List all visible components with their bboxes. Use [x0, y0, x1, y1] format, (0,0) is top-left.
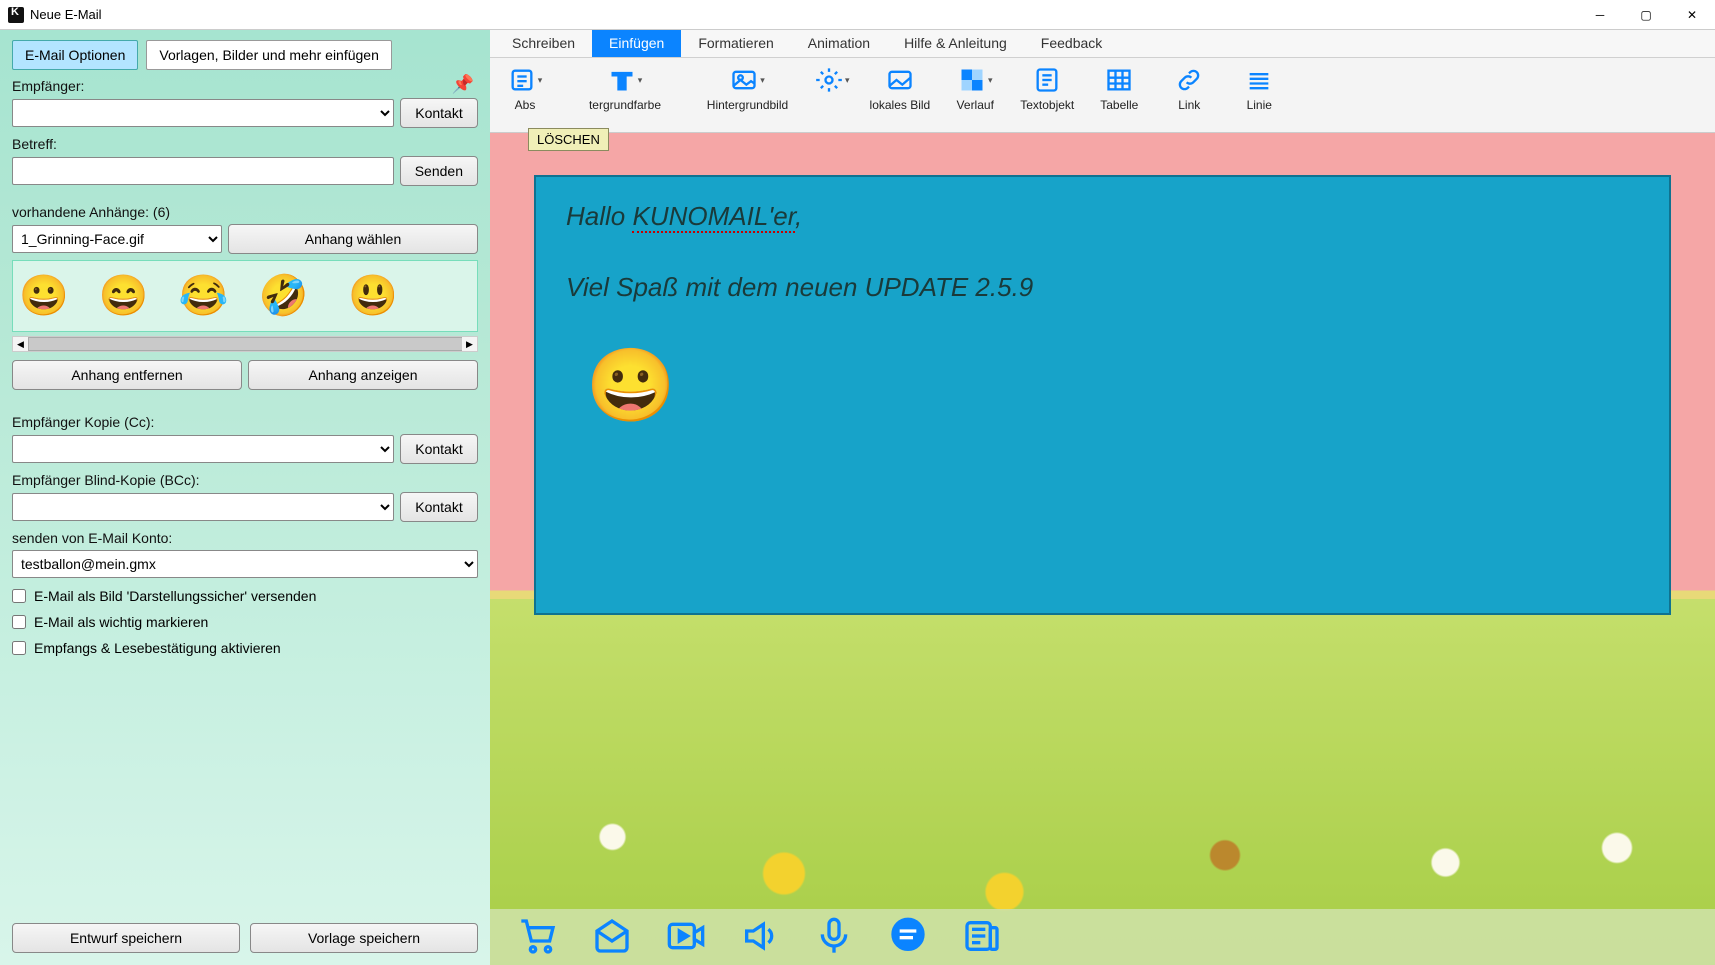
- main-area: Schreiben Einfügen Formatieren Animation…: [490, 30, 1715, 965]
- emoji-laughcry-icon[interactable]: 😂: [179, 276, 229, 316]
- ribbon-tabs: Schreiben Einfügen Formatieren Animation…: [490, 30, 1715, 58]
- rb-bgimage-label: Hintergrundbild: [707, 98, 788, 112]
- editor-line-2: Viel Spaß mit dem neuen UPDATE 2.5.9: [566, 272, 1639, 303]
- rb-link-label: Link: [1178, 98, 1200, 112]
- tab-email-options[interactable]: E-Mail Optionen: [12, 40, 138, 70]
- chk-important-label: E-Mail als wichtig markieren: [34, 614, 208, 630]
- attachment-preview-panel: 😀 😄 😂 🤣 😃: [12, 260, 478, 332]
- chk-receipt-label: Empfangs & Lesebestätigung aktivieren: [34, 640, 281, 656]
- chk-image[interactable]: [12, 589, 26, 603]
- rb-bgimage[interactable]: ▾ Hintergrundbild: [700, 66, 795, 112]
- maximize-button[interactable]: ▢: [1623, 0, 1669, 30]
- editor-canvas: Hallo KUNOMAIL'er, Viel Spaß mit dem neu…: [490, 133, 1715, 965]
- rb-line-label: Linie: [1247, 98, 1272, 112]
- rtab-hilfe[interactable]: Hilfe & Anleitung: [887, 30, 1024, 57]
- bcc-label: Empfänger Blind-Kopie (BCc):: [12, 472, 478, 488]
- speaker-icon[interactable]: [740, 916, 780, 959]
- video-icon[interactable]: [666, 916, 706, 959]
- ribbon-toolbar: ▾ Abs ▾ tergrundfarbe ▾ Hintergrundbild …: [490, 58, 1715, 133]
- recipient-input[interactable]: [12, 99, 394, 127]
- remove-attachment-button[interactable]: Anhang entfernen: [12, 360, 242, 390]
- tooltip-loeschen: LÖSCHEN: [528, 128, 609, 151]
- attachments-label: vorhandene Anhänge: (6): [12, 204, 478, 220]
- rb-bgcolor[interactable]: ▾ tergrundfarbe: [570, 66, 680, 112]
- save-draft-button[interactable]: Entwurf speichern: [12, 923, 240, 953]
- rtab-einfuegen[interactable]: Einfügen: [592, 30, 681, 57]
- titlebar: Neue E-Mail ─ ▢ ✕: [0, 0, 1715, 30]
- chk-image-label: E-Mail als Bild 'Darstellungssicher' ver…: [34, 588, 316, 604]
- cc-contact-button[interactable]: Kontakt: [400, 434, 478, 464]
- chk-important[interactable]: [12, 615, 26, 629]
- recipient-contact-button[interactable]: Kontakt: [400, 98, 478, 128]
- scroll-thumb[interactable]: [28, 337, 468, 351]
- rb-paragraph[interactable]: ▾ Abs: [500, 66, 550, 112]
- rb-gradient-label: Verlauf: [957, 98, 994, 112]
- pin-icon[interactable]: 📌: [452, 74, 474, 95]
- editor-emoji-grinning-icon: 😀: [586, 343, 1639, 428]
- rb-localimage[interactable]: lokales Bild: [870, 66, 931, 112]
- save-template-button[interactable]: Vorlage speichern: [250, 923, 478, 953]
- bottom-toolbar: [490, 909, 1715, 965]
- rb-bgcolor-label: tergrundfarbe: [589, 98, 661, 112]
- attachment-select[interactable]: 1_Grinning-Face.gif: [12, 225, 222, 253]
- microphone-icon[interactable]: [814, 916, 854, 959]
- email-body-editor[interactable]: Hallo KUNOMAIL'er, Viel Spaß mit dem neu…: [534, 175, 1671, 615]
- emoji-rofl-icon[interactable]: 🤣: [258, 276, 308, 316]
- emoji-grin-icon[interactable]: 😄: [99, 276, 149, 316]
- rb-line[interactable]: Linie: [1234, 66, 1284, 112]
- rtab-formatieren[interactable]: Formatieren: [681, 30, 790, 57]
- subject-label: Betreff:: [12, 136, 478, 152]
- bcc-contact-button[interactable]: Kontakt: [400, 492, 478, 522]
- rb-textobject[interactable]: Textobjekt: [1020, 66, 1074, 112]
- chk-receipt[interactable]: [12, 641, 26, 655]
- cart-icon[interactable]: [518, 916, 558, 959]
- close-button[interactable]: ✕: [1669, 0, 1715, 30]
- editor-line-1: Hallo KUNOMAIL'er,: [566, 201, 1639, 232]
- cc-label: Empfänger Kopie (Cc):: [12, 414, 478, 430]
- chat-icon[interactable]: [888, 916, 928, 959]
- choose-attachment-button[interactable]: Anhang wählen: [228, 224, 478, 254]
- attachment-scrollbar[interactable]: ◀ ▶: [12, 336, 478, 352]
- rb-table[interactable]: Tabelle: [1094, 66, 1144, 112]
- mail-open-icon[interactable]: [592, 916, 632, 959]
- emoji-partial-icon[interactable]: 😃: [348, 276, 398, 316]
- from-label: senden von E-Mail Konto:: [12, 530, 478, 546]
- recipient-label: Empfänger:: [12, 78, 478, 94]
- emoji-grinning-icon[interactable]: 😀: [19, 276, 69, 316]
- show-attachment-button[interactable]: Anhang anzeigen: [248, 360, 478, 390]
- send-button[interactable]: Senden: [400, 156, 478, 186]
- tab-templates[interactable]: Vorlagen, Bilder und mehr einfügen: [146, 40, 391, 70]
- rb-table-label: Tabelle: [1100, 98, 1138, 112]
- rb-settings[interactable]: ▾: [815, 66, 850, 98]
- scroll-left-icon[interactable]: ◀: [13, 337, 28, 351]
- bcc-input[interactable]: [12, 493, 394, 521]
- window-title: Neue E-Mail: [30, 7, 102, 22]
- rb-paragraph-label: Abs: [515, 98, 536, 112]
- news-icon[interactable]: [962, 916, 1002, 959]
- scroll-right-icon[interactable]: ▶: [462, 337, 477, 351]
- rb-textobject-label: Textobjekt: [1020, 98, 1074, 112]
- rtab-schreiben[interactable]: Schreiben: [495, 30, 592, 57]
- rb-link[interactable]: Link: [1164, 66, 1214, 112]
- cc-input[interactable]: [12, 435, 394, 463]
- app-logo: [8, 7, 24, 23]
- minimize-button[interactable]: ─: [1577, 0, 1623, 30]
- rtab-animation[interactable]: Animation: [791, 30, 887, 57]
- subject-input[interactable]: [12, 157, 394, 185]
- rtab-feedback[interactable]: Feedback: [1024, 30, 1119, 57]
- rb-gradient[interactable]: ▾ Verlauf: [950, 66, 1000, 112]
- from-select[interactable]: testballon@mein.gmx: [12, 550, 478, 578]
- sidebar: E-Mail Optionen Vorlagen, Bilder und meh…: [0, 30, 490, 965]
- rb-localimage-label: lokales Bild: [870, 98, 931, 112]
